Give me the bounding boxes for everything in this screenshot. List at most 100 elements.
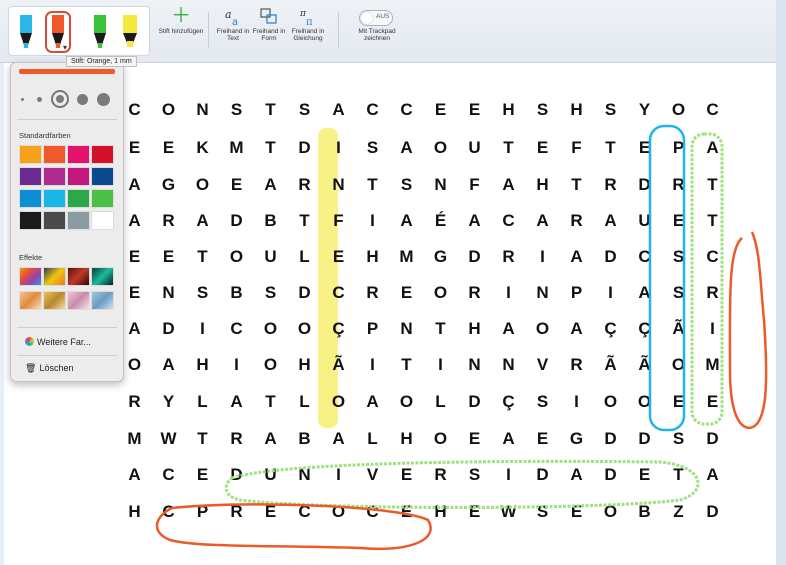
delete-item[interactable]: 🗑 Löschen xyxy=(25,363,73,374)
toolbar-divider xyxy=(338,12,339,48)
grid-letter: A xyxy=(366,392,380,411)
grid-letter: K xyxy=(196,138,210,157)
color-swatch[interactable] xyxy=(19,211,42,230)
more-colors-item[interactable]: Weitere Far... xyxy=(25,337,91,347)
add-pen-button[interactable]: ＋ Stift hinzufügen xyxy=(158,6,204,35)
size-option[interactable] xyxy=(21,98,24,101)
grid-letter: H xyxy=(502,100,516,119)
effect-swatch[interactable] xyxy=(91,267,114,286)
grid-letter: Ã xyxy=(332,355,346,374)
size-option[interactable] xyxy=(77,94,88,105)
color-swatch[interactable] xyxy=(43,145,66,164)
color-swatch[interactable] xyxy=(43,211,66,230)
freehand-text-icon: a a xyxy=(225,8,238,26)
grid-letter: A xyxy=(502,319,516,338)
color-swatch[interactable] xyxy=(19,145,42,164)
grid-letter: L xyxy=(435,392,447,411)
trackpad-label: Mit Trackpad zeichnen xyxy=(358,28,396,42)
grid-letter: R xyxy=(706,283,720,302)
yellow-highlighter-icon[interactable] xyxy=(121,15,139,49)
grid-letter: I xyxy=(336,138,342,157)
grid-letter: Y xyxy=(162,392,176,411)
grid-letter: R xyxy=(570,211,584,230)
grid-letter: S xyxy=(536,100,550,119)
grid-letter: E xyxy=(332,247,346,266)
grid-letter: O xyxy=(229,247,245,266)
grid-letter: C xyxy=(502,211,516,230)
window-edge-left xyxy=(0,60,4,565)
effect-swatch[interactable] xyxy=(67,291,90,310)
grid-letter: M xyxy=(399,247,415,266)
trackpad-toggle[interactable]: AUS xyxy=(359,10,393,26)
grid-letter: C xyxy=(706,247,720,266)
effect-swatch[interactable] xyxy=(91,291,114,310)
grid-letter: S xyxy=(672,247,686,266)
color-swatch[interactable] xyxy=(91,211,114,230)
pen-color-preview xyxy=(19,69,115,74)
grid-letter: E xyxy=(128,283,142,302)
freehand-to-form-button[interactable]: Freihand in Form xyxy=(252,6,286,42)
effect-swatch[interactable] xyxy=(67,267,90,286)
grid-row: RYLATLOAOLDÇSIOOEE xyxy=(120,392,760,422)
grid-letter: A xyxy=(706,465,720,484)
grid-letter: B xyxy=(264,211,278,230)
effect-swatch[interactable] xyxy=(19,267,42,286)
blue-pen-icon[interactable] xyxy=(17,15,35,49)
grid-letter: O xyxy=(603,392,619,411)
grid-letter: D xyxy=(604,247,618,266)
grid-letter: R xyxy=(162,211,176,230)
grid-letter: I xyxy=(506,465,512,484)
grid-letter: D xyxy=(706,502,720,521)
size-option[interactable] xyxy=(97,93,110,106)
chevron-down-icon[interactable]: ▾ xyxy=(63,43,67,52)
pen-options-popover: Standardfarben Effekte Weitere Far... 🗑 L… xyxy=(10,62,124,382)
grid-letter: H xyxy=(468,319,482,338)
grid-letter: R xyxy=(672,175,686,194)
trash-icon: 🗑 xyxy=(25,363,37,373)
color-swatch[interactable] xyxy=(43,189,66,208)
grid-letter: H xyxy=(536,175,550,194)
effect-swatch[interactable] xyxy=(43,291,66,310)
grid-letter: B xyxy=(230,283,244,302)
grid-letter: O xyxy=(603,502,619,521)
grid-letter: H xyxy=(196,355,210,374)
grid-letter: S xyxy=(264,283,278,302)
color-wheel-icon xyxy=(25,337,34,346)
grid-letter: H xyxy=(298,355,312,374)
grid-letter: S xyxy=(298,100,312,119)
grid-letter: O xyxy=(637,392,653,411)
color-swatch[interactable] xyxy=(67,167,90,186)
grid-letter: A xyxy=(128,211,142,230)
color-swatch[interactable] xyxy=(91,167,114,186)
size-option[interactable] xyxy=(37,97,42,102)
size-option-selected[interactable] xyxy=(51,90,69,108)
grid-letter: T xyxy=(265,138,277,157)
divider xyxy=(17,327,117,328)
grid-letter: E xyxy=(162,138,176,157)
color-swatch[interactable] xyxy=(67,145,90,164)
grid-letter: D xyxy=(468,247,482,266)
color-swatch[interactable] xyxy=(19,189,42,208)
grid-letter: A xyxy=(400,211,414,230)
grid-letter: Ç xyxy=(332,319,346,338)
grid-letter: D xyxy=(468,392,482,411)
green-pen-icon[interactable] xyxy=(91,15,109,49)
grid-letter: A xyxy=(570,247,584,266)
color-swatch[interactable] xyxy=(91,189,114,208)
effect-swatch[interactable] xyxy=(43,267,66,286)
grid-letter: O xyxy=(671,100,687,119)
color-swatch[interactable] xyxy=(43,167,66,186)
grid-letter: I xyxy=(574,392,580,411)
freehand-to-equation-button[interactable]: π π Freihand in Gleichung xyxy=(288,6,328,42)
standard-colors-heading: Standardfarben xyxy=(19,131,71,140)
color-swatch[interactable] xyxy=(19,167,42,186)
effect-swatch[interactable] xyxy=(19,291,42,310)
grid-letter: H xyxy=(570,100,584,119)
grid-letter: O xyxy=(671,355,687,374)
grid-letter: D xyxy=(536,465,550,484)
color-swatch[interactable] xyxy=(91,145,114,164)
color-swatch[interactable] xyxy=(67,211,90,230)
freehand-to-text-button[interactable]: a a Freihand in Text xyxy=(216,6,250,42)
grid-letter: N xyxy=(536,283,550,302)
color-swatch[interactable] xyxy=(67,189,90,208)
